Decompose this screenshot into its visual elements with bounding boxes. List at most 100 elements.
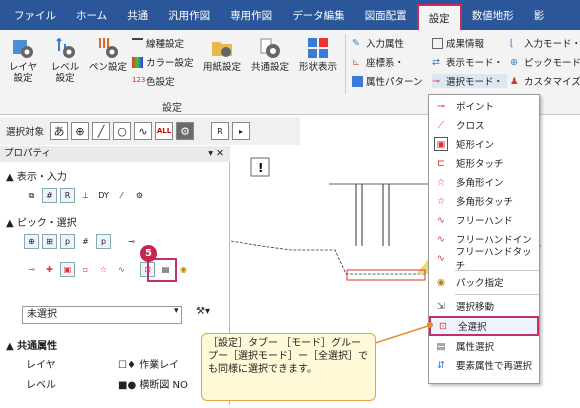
layers-icon[interactable]: ⧉ [24,188,39,203]
label: 色設定 [146,77,175,88]
tab-general-drawing[interactable]: 汎用作図 [158,0,220,30]
dxdy-icon[interactable]: DY [96,188,111,203]
tab-layout[interactable]: 図面配置 [355,0,417,30]
menu-label: ポイント [456,102,495,113]
label: 共通設定 [250,62,289,73]
gear-small-icon[interactable]: ⚙ [132,188,147,203]
menu-item-freehand-touch[interactable]: ∿ フリーハンドタッチ [429,247,539,272]
text-select-button[interactable]: あ [50,122,69,140]
input-attribute[interactable]: ✎ 入力属性 [352,36,404,51]
menu-item-polygon-in[interactable]: ☆ 多角形イン [429,173,539,191]
label: 用紙設定 [202,62,241,73]
pencil-icon: ✎ [352,37,360,49]
circle-icon[interactable]: ○ [113,122,132,140]
selection-dropdown[interactable]: 未選択 [22,306,182,324]
select-all-button[interactable]: ALL [155,122,174,140]
selection-target-bar: 選択対象 あ ⊕ ╱ ○ ∿ ALL ⚙ R ▸ [0,117,300,145]
input-mode[interactable]: ⌊ 入力モード・ [510,36,580,51]
chevron-right-icon[interactable]: ▸ [232,122,251,140]
hash-icon[interactable]: # [78,234,93,249]
polygon-icon[interactable]: ☆ [96,262,111,277]
pick-arrow-icon[interactable]: ⊸ [124,234,139,249]
bag-icon[interactable]: ◉ [176,262,191,277]
pen-settings-button[interactable]: ペン設定 [88,36,128,73]
label: レイヤ [8,62,38,73]
wrench-icon[interactable]: ⚒▾ [196,306,210,317]
menu-item-polygon-touch[interactable]: ☆ 多角形タッチ [429,192,539,210]
display-mode[interactable]: ⇄ 表示モード・ [432,55,503,70]
grid-toggle-icon[interactable]: # [42,188,57,203]
menu-item-cross[interactable]: ⟋ クロス [429,116,539,134]
document-icon [432,37,443,49]
point-icon: ⊸ [437,100,445,112]
coordinate-system[interactable]: ⊾ 座標系・ [352,55,404,70]
move-icon: ⇲ [437,300,445,312]
tab-common[interactable]: 共通 [117,0,158,30]
result-info[interactable]: 成果情報 [432,36,484,50]
common-settings-button[interactable]: 共通設定 [248,36,292,73]
menu-item-select-all[interactable]: ⊡ 全選択 [429,316,539,336]
shape-display-button[interactable]: 形状表示 [296,36,340,73]
cross-select-icon[interactable]: ✚ [42,262,57,277]
menu-label: フリーハンド [456,216,513,227]
snap-point-icon[interactable]: ⊕ [24,234,39,249]
level-value[interactable]: ■● 横断図 NO [118,376,188,391]
r-icon[interactable]: R [60,188,75,203]
chevron-down-icon[interactable]: ▾ [174,306,179,316]
properties-header: プロパティ ▾ ✕ [0,146,230,162]
label: ピックモード・ [524,58,580,69]
freehand-in-icon: ∿ [437,233,445,245]
rect-touch-icon[interactable]: ▫ [78,262,93,277]
section-common-attributes[interactable]: ▲ 共通属性 [6,337,57,352]
tab-file[interactable]: ファイル [4,0,66,30]
weight-settings[interactable]: 123 色設定 [132,74,175,89]
menu-item-reselect[interactable]: ⇵ 要素属性で再選択 [429,356,539,374]
attribute-pattern[interactable]: 属性パターン [352,74,423,88]
line-type-icon [132,37,143,49]
properties-panel: ▲ 表示・入力 ⧉ # R ⊥ DY ⁄ ⚙ ▲ ピック・選択 ⊕ ⊞ p # … [0,162,230,405]
pick-mode[interactable]: ⊕ ピックモード・ [510,55,580,70]
wand-icon[interactable]: ⁄ [114,188,129,203]
crosshair-icon[interactable]: ⊕ [71,122,90,140]
tab-data-edit[interactable]: データ編集 [282,0,355,30]
menu-item-freehand[interactable]: ∿ フリーハンド [429,211,539,229]
menu-item-select-move[interactable]: ⇲ 選択移動 [429,297,539,315]
layer-value[interactable]: ☐♦ 作業レイ [118,356,179,371]
point-select-icon[interactable]: ⊸ [24,262,39,277]
color-settings[interactable]: カラー設定 [132,55,194,69]
menu-item-point[interactable]: ⊸ ポイント [429,97,539,115]
tab-terrain[interactable]: 数値地形 [462,0,524,30]
line-type-settings[interactable]: 線種設定 [132,36,184,50]
selection-mode-dropdown[interactable]: ⊸ 選択モード・ [432,74,508,88]
r-button[interactable]: R [211,122,230,140]
section-display-input[interactable]: ▲ 表示・入力 [6,168,67,183]
ribbon-tab-bar: ファイル ホーム 共通 汎用作図 専用作図 データ編集 図面配置 設定 数値地形… [0,0,580,30]
paper-settings-button[interactable]: 用紙設定 [200,36,244,73]
label: 入力モード・ [524,39,580,50]
tab-shadow[interactable]: 影 [524,0,555,30]
layer-settings-button[interactable]: レイヤ 設定 [6,36,40,84]
snap-icon[interactable]: ⊞ [42,234,57,249]
menu-item-rect-in[interactable]: ▣ 矩形イン [429,135,539,153]
snap-p2-icon[interactable]: p [96,234,111,249]
freehand-icon[interactable]: ∿ [114,262,129,277]
menu-item-pack[interactable]: ◉ パック指定 [429,273,539,291]
tab-settings[interactable]: 設定 [416,4,462,30]
menu-item-rect-touch[interactable]: ⊏ 矩形タッチ [429,154,539,172]
menu-label: パック指定 [456,278,504,289]
pin-icon[interactable]: ▾ ✕ [208,146,224,162]
section-pick-select[interactable]: ▲ ピック・選択 [6,214,77,229]
menu-item-attribute-select[interactable]: ▤ 属性選択 [429,337,539,355]
tab-home[interactable]: ホーム [66,0,117,30]
select-icon: ⊸ [432,75,440,87]
customize[interactable]: ♟ カスタマイズ [510,74,580,89]
line-icon[interactable]: ╱ [92,122,111,140]
level-settings-button[interactable]: レベル 設定 [48,36,82,84]
tab-special-drawing[interactable]: 専用作図 [220,0,282,30]
menu-label: 矩形タッチ [456,159,504,170]
level-bar-icon[interactable]: ⊥ [78,188,93,203]
curve-icon[interactable]: ∿ [134,122,153,140]
settings-gear-icon[interactable]: ⚙ [176,122,195,140]
rect-in-icon[interactable]: ▣ [60,262,75,277]
snap-p-icon[interactable]: p [60,234,75,249]
